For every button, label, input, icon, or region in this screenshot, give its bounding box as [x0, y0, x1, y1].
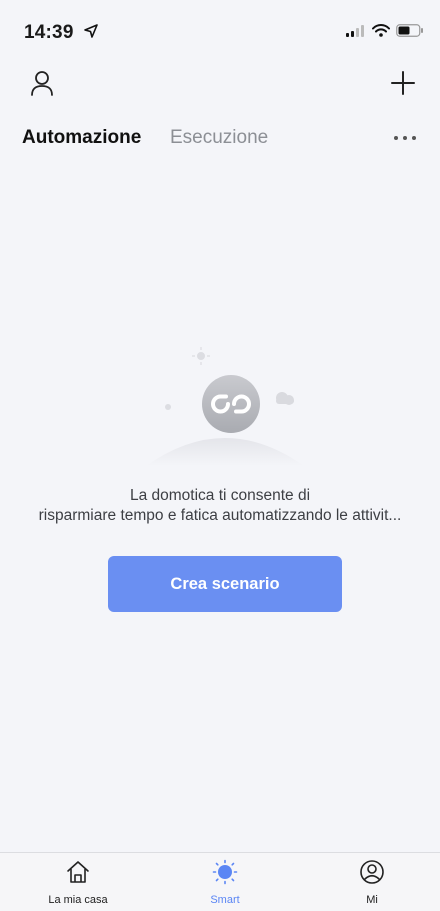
cloud-icon: [276, 392, 294, 405]
user-button[interactable]: [28, 68, 58, 98]
empty-state-line1: La domotica ti consente di: [129, 487, 311, 504]
signal-icon: [346, 24, 366, 42]
nav-item-me[interactable]: Mi: [327, 859, 417, 906]
nav-label-home: La mia casa: [48, 894, 108, 906]
profile-icon: [360, 860, 384, 884]
empty-state-illustration: [140, 340, 310, 475]
nav-item-home[interactable]: La mia casa: [33, 859, 123, 906]
user-icon: [31, 71, 53, 96]
add-button[interactable]: [386, 66, 420, 100]
status-time: 14:39: [24, 22, 74, 43]
sun-icon: [212, 859, 238, 885]
plus-icon: [391, 71, 415, 95]
home-icon: [67, 861, 89, 883]
status-icons: [346, 24, 424, 42]
bottom-navigation: La mia casa Smart Mi: [0, 852, 440, 911]
battery-icon: [396, 24, 424, 42]
tab-automazione[interactable]: Automazione: [22, 126, 141, 150]
sun-icon: [192, 347, 210, 365]
tab-esecuzione[interactable]: Esecuzione: [170, 126, 268, 150]
wifi-icon: [372, 24, 390, 42]
more-dots-icon: [394, 136, 416, 140]
nav-label-smart: Smart: [210, 894, 240, 906]
empty-state-line2: risparmiare tempo e fatica automatizzand…: [38, 507, 402, 524]
scene-tabs: Automazione Esecuzione: [22, 126, 420, 154]
nav-item-smart[interactable]: Smart: [180, 859, 270, 906]
empty-state-description: La domotica ti consente di risparmiare t…: [0, 486, 440, 526]
top-bar: [0, 62, 440, 106]
more-button[interactable]: [390, 126, 420, 150]
status-bar: 14:39: [0, 0, 440, 60]
create-scene-button[interactable]: Crea scenario: [108, 556, 342, 612]
location-arrow-icon: [84, 24, 98, 43]
nav-label-me: Mi: [366, 894, 378, 906]
